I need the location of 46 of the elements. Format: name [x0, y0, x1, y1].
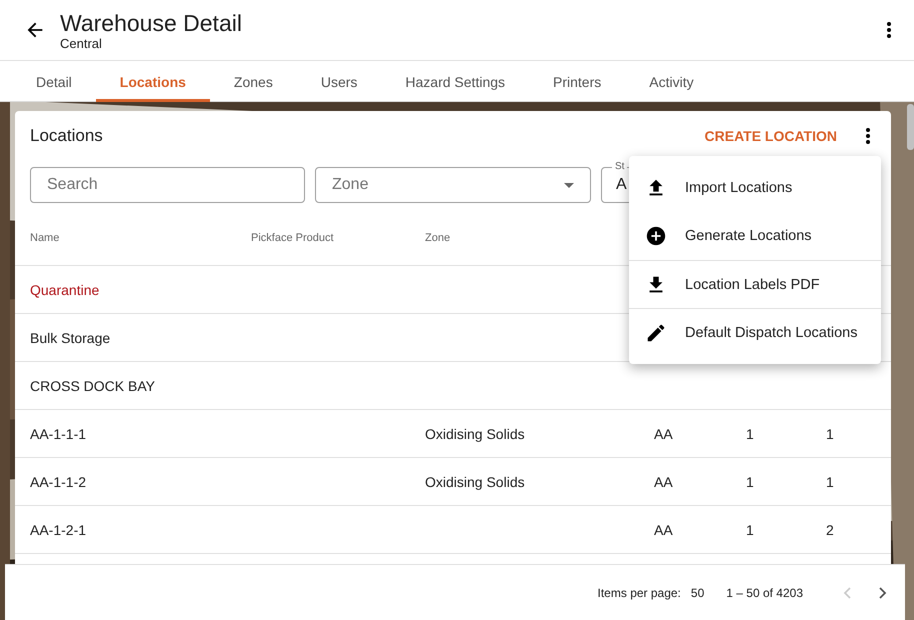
page-range: 1 – 50 of 4203 — [726, 586, 803, 600]
dropdown-caret-icon — [564, 182, 574, 188]
pencil-icon — [645, 322, 667, 344]
table-cell-text: 1 — [826, 474, 835, 490]
menu-item[interactable]: Generate Locations — [629, 212, 881, 260]
page-subtitle: Central — [60, 36, 103, 50]
table-cell-text: AA-1-1-1 — [30, 426, 88, 442]
table-cell-text: AA — [654, 426, 674, 442]
table-cell-text: AA-1-2-1 — [30, 522, 88, 538]
table-cell-text: 1 — [746, 522, 755, 538]
table-cell-text: Oxidising Solids — [425, 426, 526, 442]
table-cell-text: Quarantine — [30, 282, 100, 298]
table-cell-text: 2 — [826, 522, 835, 538]
table-cell-text: AA — [654, 522, 674, 538]
table-cell-text: 1 — [746, 474, 755, 490]
next-page-icon[interactable] — [879, 586, 887, 598]
tab[interactable]: Zones — [210, 61, 297, 102]
zone-select[interactable]: Zone — [315, 167, 591, 203]
menu-item[interactable]: Location Labels PDF — [629, 260, 881, 308]
card-title: Locations — [30, 126, 104, 146]
table-cell-text: AA-1-1-2 — [30, 474, 88, 490]
table-cell-text: Oxidising Solids — [425, 474, 526, 490]
tab[interactable]: Printers — [529, 61, 626, 102]
more-options-icon[interactable] — [865, 127, 871, 145]
tab[interactable]: Hazard Settings — [381, 61, 530, 102]
column-header: Zone — [425, 232, 452, 244]
create-location-button[interactable]: CREATE LOCATION — [698, 127, 843, 145]
tab[interactable]: Activity — [625, 61, 718, 102]
tab[interactable]: Locations — [96, 61, 210, 102]
table-cell-text: 1 — [746, 426, 755, 442]
page-title: Warehouse Detail — [60, 10, 243, 36]
scrollbar-thumb[interactable] — [907, 104, 914, 150]
table-cell-text: AA — [654, 474, 674, 490]
tab[interactable]: Users — [296, 61, 382, 102]
menu-item[interactable]: Import Locations — [629, 164, 881, 212]
table-cell-text: Bulk Storage — [30, 330, 112, 346]
search-field[interactable]: Search — [30, 167, 305, 203]
menu-item[interactable]: Default Dispatch Locations — [629, 308, 881, 356]
table-cell-text: 1 — [826, 426, 835, 442]
more-options-icon[interactable] — [886, 21, 892, 39]
items-per-page-label: Items per page: — [598, 586, 681, 600]
page-size-value[interactable]: 50 — [690, 586, 704, 600]
column-header: Name — [30, 232, 60, 244]
tab[interactable]: Detail — [12, 61, 96, 102]
column-header: Pickface Product — [251, 232, 335, 244]
table-cell-text: CROSS DOCK BAY — [30, 378, 156, 394]
